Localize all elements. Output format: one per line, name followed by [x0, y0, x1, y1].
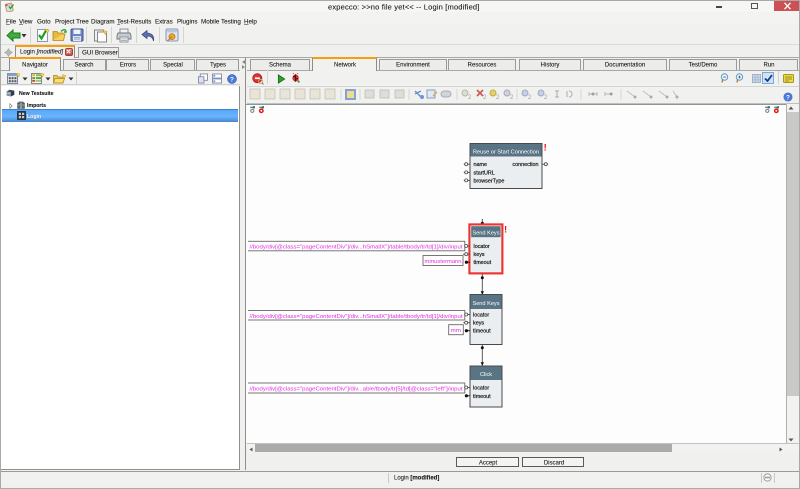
svg-text://body/div[@class="pageContent: //body/div[@class="pageContentDiv"]/div.… [250, 387, 464, 393]
svg-text:2: 2 [496, 95, 500, 101]
svg-text:timeout: timeout [473, 394, 491, 400]
svg-text:keys: keys [473, 321, 484, 327]
svg-text:?: ? [230, 76, 234, 83]
svg-text:connection: connection [512, 162, 538, 168]
svg-text:timeout: timeout [474, 260, 492, 266]
svg-text:Reuse or Start Connection: Reuse or Start Connection [473, 150, 539, 156]
svg-text:Click: Click [480, 372, 492, 378]
svg-text:!: ! [504, 225, 507, 236]
svg-text:Send Keys: Send Keys [472, 231, 499, 237]
svg-text:startURL: startURL [474, 170, 495, 176]
svg-text:keys: keys [474, 252, 485, 258]
svg-text:mm: mm [451, 328, 462, 334]
svg-text:locator: locator [473, 386, 489, 392]
svg-text:mmustermann: mmustermann [425, 259, 462, 265]
svg-text:locator: locator [474, 244, 490, 250]
svg-text://body/div[@class="pageContent: //body/div[@class="pageContentDiv"]/div.… [250, 314, 464, 320]
svg-text:name: name [474, 162, 488, 168]
svg-text:?: ? [786, 94, 790, 101]
svg-text:browserType: browserType [474, 178, 505, 184]
svg-text:2: 2 [544, 95, 548, 101]
svg-text:2: 2 [510, 95, 514, 101]
svg-text:2: 2 [483, 95, 487, 101]
svg-text:!: ! [544, 143, 547, 154]
svg-text:Send Keys: Send Keys [472, 301, 499, 307]
svg-text:2: 2 [468, 95, 472, 101]
svg-text:locator: locator [473, 313, 489, 319]
svg-text:2: 2 [528, 95, 532, 101]
svg-text:timeout: timeout [473, 329, 491, 335]
svg-text://body/div[@class="pageContent: //body/div[@class="pageContentDiv"]/div.… [250, 245, 464, 251]
